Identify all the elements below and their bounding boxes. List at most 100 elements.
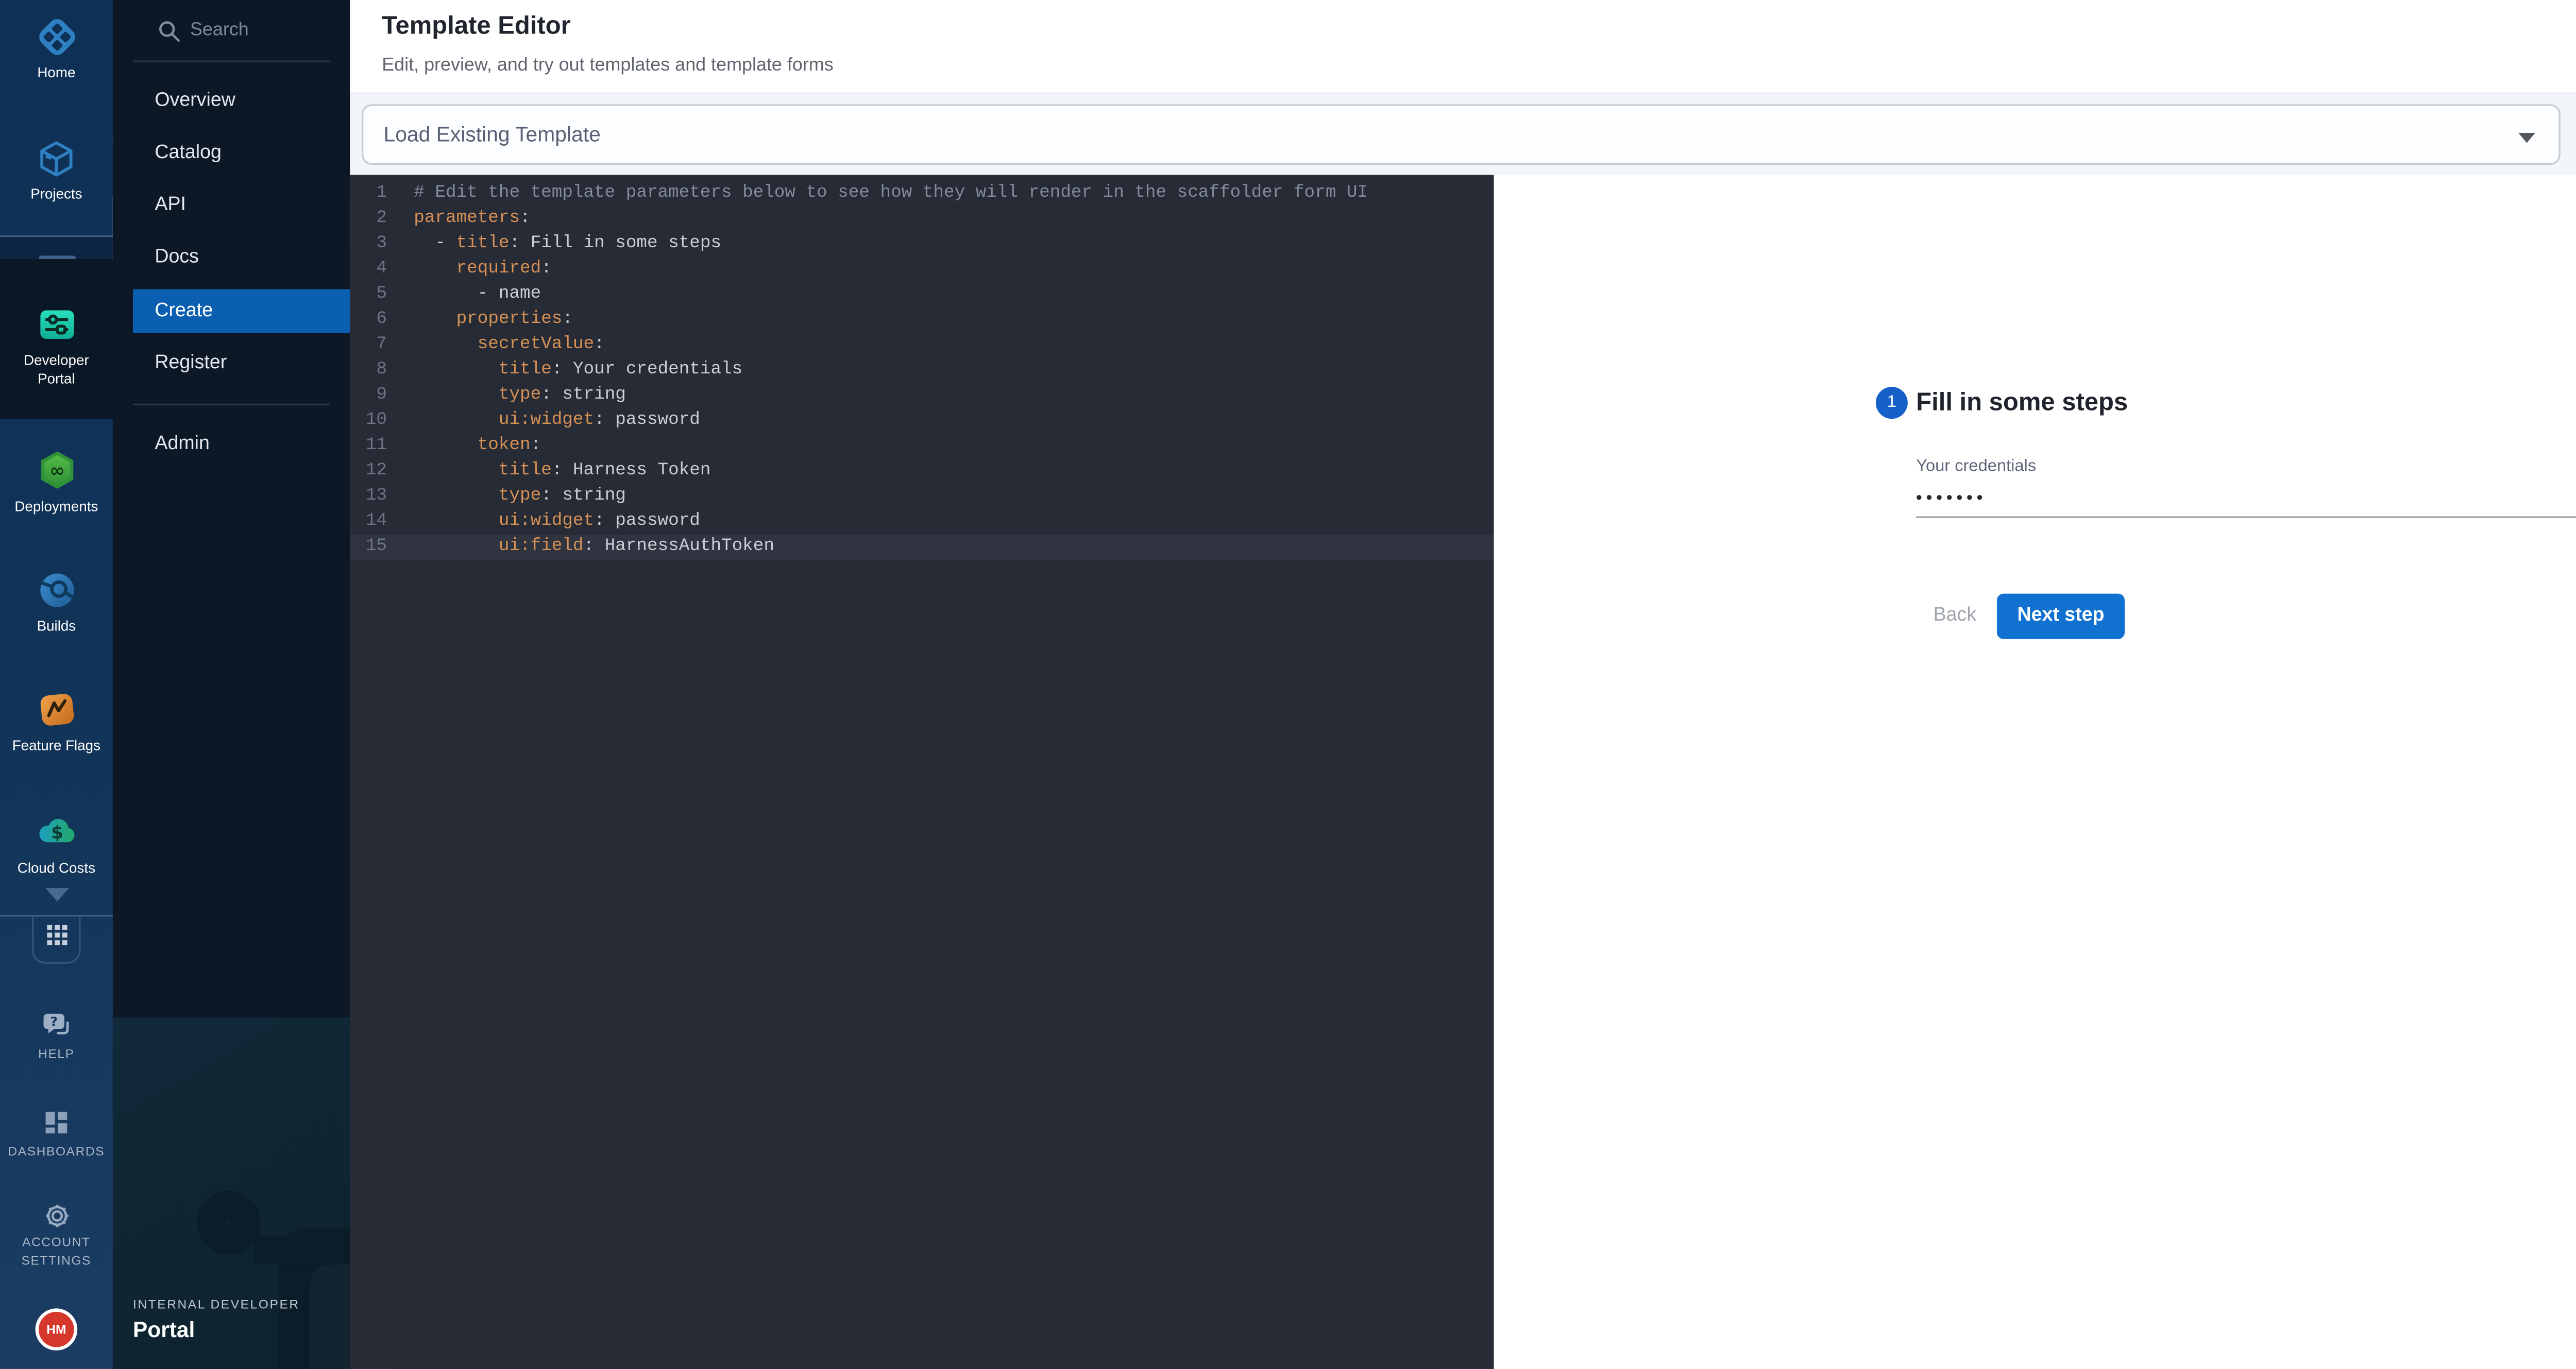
- sidebar-item-overview[interactable]: Overview: [113, 79, 350, 123]
- code-line[interactable]: 1# Edit the template parameters below to…: [350, 182, 1494, 207]
- credentials-password-input[interactable]: •••••••: [1916, 489, 1987, 508]
- credentials-field-label: Your credentials: [1916, 457, 2036, 476]
- sidebar-item-deployments[interactable]: ∞ Deployments: [0, 449, 113, 517]
- code-line[interactable]: 13 type: string: [350, 484, 1494, 509]
- dashboards-icon: [42, 1108, 71, 1137]
- code-text: ui:widget: password: [387, 408, 700, 434]
- sidebar-item-feature-flags[interactable]: Feature Flags: [0, 688, 113, 756]
- page-subtitle: Edit, preview, and try out templates and…: [382, 56, 833, 76]
- template-form-preview: 1 Fill in some steps Your credentials ••…: [1494, 175, 2576, 1369]
- code-text: type: string: [387, 484, 626, 509]
- sidebar-item-label: HELP: [0, 1046, 113, 1064]
- code-line[interactable]: 2parameters:: [350, 207, 1494, 232]
- sidebar-item-home[interactable]: Home: [0, 15, 113, 82]
- code-line[interactable]: 9 type: string: [350, 383, 1494, 408]
- sidebar-item-cloud-costs[interactable]: $ Cloud Costs: [0, 811, 113, 878]
- sidebar-item-label: Deployments: [0, 498, 113, 517]
- code-text: properties:: [387, 308, 573, 333]
- step-number: 1: [1887, 393, 1896, 412]
- line-number: 11: [350, 434, 387, 459]
- svg-text:?: ?: [50, 1014, 58, 1029]
- sidebar-item-label: Developer Portal: [9, 351, 104, 388]
- sidebar-item-label: Cloud Costs: [0, 860, 113, 878]
- user-avatar[interactable]: HM: [36, 1308, 78, 1350]
- cube-icon: [36, 138, 78, 167]
- primary-sidebar: Home Projects: [0, 0, 113, 1369]
- code-line[interactable]: 8 title: Your credentials: [350, 358, 1494, 384]
- portal-brand: INTERNAL DEVELOPER Portal: [133, 1297, 300, 1342]
- sidebar-item-builds[interactable]: Builds: [0, 569, 113, 636]
- code-line[interactable]: 7 secretValue:: [350, 333, 1494, 358]
- code-line[interactable]: 12 title: Harness Token: [350, 459, 1494, 484]
- sidebar-item-label: DASHBOARDS: [0, 1143, 113, 1161]
- line-number: 7: [350, 333, 387, 358]
- help-chat-icon: ?: [40, 1009, 72, 1038]
- code-line[interactable]: 3 - title: Fill in some steps: [350, 232, 1494, 258]
- developer-portal-icon: [35, 303, 78, 332]
- code-text: ui:widget: password: [387, 509, 700, 535]
- code-text: required:: [387, 258, 552, 283]
- code-text: parameters:: [387, 207, 531, 232]
- code-text: - name: [387, 283, 541, 308]
- sidebar-item-dashboards[interactable]: DASHBOARDS: [0, 1108, 113, 1161]
- sidebar-item-admin[interactable]: Admin: [113, 422, 350, 466]
- chevron-down-icon[interactable]: [45, 888, 69, 901]
- code-line[interactable]: 10 ui:widget: password: [350, 408, 1494, 434]
- line-number: 3: [350, 232, 387, 258]
- sidebar-item-catalog[interactable]: Catalog: [113, 131, 350, 175]
- page-title: Template Editor: [382, 12, 571, 41]
- sidebar-item-help[interactable]: ? HELP: [0, 1009, 113, 1064]
- feature-flags-icon: [35, 688, 78, 717]
- sidebar-search[interactable]: Search: [113, 13, 350, 50]
- sidebar-item-label: Feature Flags: [0, 737, 113, 755]
- decorative-stem: [254, 1236, 350, 1265]
- harness-logo-icon: [35, 15, 78, 44]
- svg-text:∞: ∞: [48, 460, 64, 482]
- svg-text:$: $: [50, 823, 62, 843]
- sidebar-item-api[interactable]: API: [113, 183, 350, 227]
- code-text: title: Harness Token: [387, 459, 710, 484]
- cloud-costs-icon: $: [35, 811, 78, 840]
- code-line[interactable]: 14 ui:widget: password: [350, 509, 1494, 535]
- line-number: 2: [350, 207, 387, 232]
- step-title: Fill in some steps: [1916, 388, 2128, 417]
- portal-sidebar: Search Overview Catalog API Docs Create …: [113, 0, 350, 1369]
- grid-icon: [45, 922, 69, 954]
- line-number: 15: [350, 535, 387, 560]
- step-number-badge: 1: [1876, 387, 1908, 419]
- code-text: - title: Fill in some steps: [387, 232, 721, 258]
- line-number: 6: [350, 308, 387, 333]
- line-number: 5: [350, 283, 387, 308]
- sidebar-divider: [133, 61, 330, 62]
- back-button[interactable]: Back: [1928, 594, 1981, 639]
- sidebar-item-account-settings[interactable]: ACCOUNT SETTINGS: [0, 1201, 113, 1270]
- code-line[interactable]: 6 properties:: [350, 308, 1494, 333]
- line-number: 13: [350, 484, 387, 509]
- sidebar-item-label: Home: [0, 64, 113, 82]
- line-number: 1: [350, 182, 387, 207]
- code-text: ui:field: HarnessAuthToken: [387, 535, 774, 560]
- sidebar-item-docs[interactable]: Docs: [113, 235, 350, 279]
- decorative-ring: [197, 1191, 261, 1255]
- code-lines: 1# Edit the template parameters below to…: [350, 182, 1494, 560]
- module-switcher-button[interactable]: [32, 915, 81, 964]
- code-line[interactable]: 4 required:: [350, 258, 1494, 283]
- sidebar-item-label: Projects: [0, 185, 113, 203]
- main-content: Template Editor Edit, preview, and try o…: [350, 0, 2576, 1369]
- deployments-icon: ∞: [35, 449, 78, 478]
- line-number: 4: [350, 258, 387, 283]
- load-existing-template-select[interactable]: Load Existing Template: [362, 104, 2561, 165]
- sidebar-item-projects[interactable]: Projects: [0, 138, 113, 203]
- template-picker-band: Load Existing Template: [350, 93, 2576, 175]
- code-line[interactable]: 15 ui:field: HarnessAuthToken: [350, 535, 1494, 560]
- line-number: 8: [350, 358, 387, 384]
- code-line[interactable]: 11 token:: [350, 434, 1494, 459]
- sidebar-item-developer-portal[interactable]: Developer Portal: [0, 259, 113, 419]
- sidebar-item-register[interactable]: Register: [113, 341, 350, 385]
- next-step-button[interactable]: Next step: [1997, 594, 2125, 639]
- avatar-initials: HM: [46, 1322, 66, 1337]
- code-line[interactable]: 5 - name: [350, 283, 1494, 308]
- sidebar-item-create[interactable]: Create: [133, 289, 350, 333]
- decorative-rounded-rect-inner: [310, 1265, 350, 1369]
- yaml-code-editor[interactable]: 1# Edit the template parameters below to…: [350, 175, 1494, 1369]
